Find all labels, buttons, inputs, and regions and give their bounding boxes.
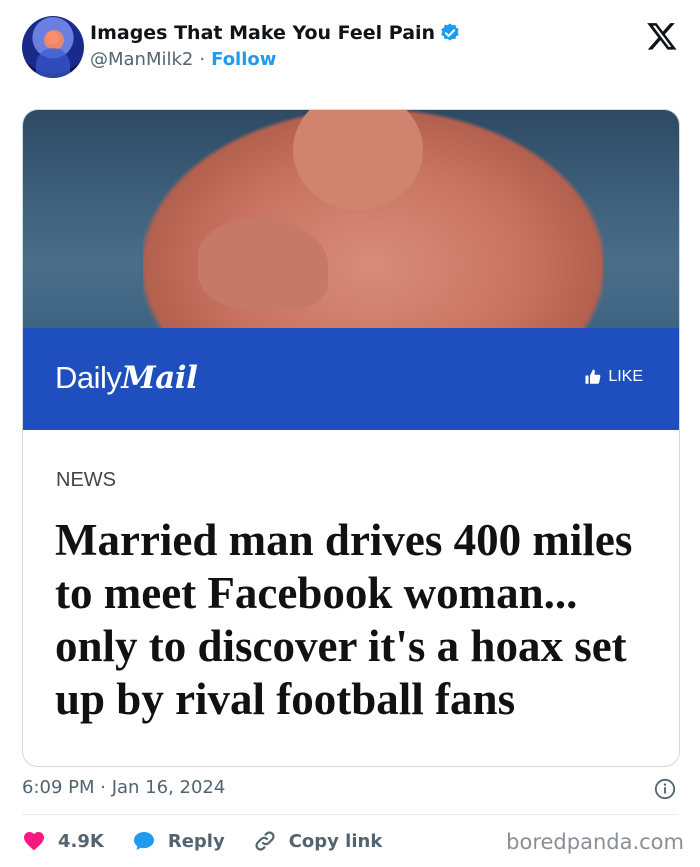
tweet-timestamp[interactable]: 6:09 PM · Jan 16, 2024 <box>22 777 225 798</box>
like-action[interactable]: 4.9K <box>22 829 104 853</box>
separator: · <box>199 49 206 70</box>
daily-mail-logo: DailyMail <box>55 360 198 396</box>
tweet-actions: 4.9K Reply Copy link <box>22 826 410 856</box>
verified-badge-icon <box>441 23 459 41</box>
info-icon[interactable] <box>654 778 676 800</box>
x-logo-icon[interactable] <box>646 20 678 52</box>
follow-button[interactable]: Follow <box>211 49 276 70</box>
tweet-header: Images That Make You Feel Pain @ManMilk2… <box>22 16 682 80</box>
heart-icon <box>24 832 44 851</box>
copy-link-action[interactable]: Copy link <box>253 829 383 853</box>
reply-label: Reply <box>167 830 225 852</box>
reply-action[interactable]: Reply <box>132 829 225 853</box>
section-label: NEWS <box>56 469 116 491</box>
link-icon <box>255 831 275 851</box>
like-label: LIKE <box>608 368 643 385</box>
name-row: Images That Make You Feel Pain <box>90 22 461 44</box>
beach-photo <box>23 110 679 370</box>
display-name[interactable]: Images That Make You Feel Pain <box>90 22 435 44</box>
article-headline: Married man drives 400 miles to meet Fac… <box>55 515 633 724</box>
divider <box>22 814 678 815</box>
handle-row: @ManMilk2 · Follow <box>90 49 276 70</box>
handle[interactable]: @ManMilk2 <box>90 49 193 70</box>
reply-bubble-icon <box>133 832 154 850</box>
tweet-media-image[interactable]: DailyMail LIKE NEWS Married man drives 4… <box>22 109 680 767</box>
like-count: 4.9K <box>58 830 104 852</box>
copy-link-label: Copy link <box>288 830 383 852</box>
avatar[interactable] <box>22 16 84 78</box>
thumbs-up-icon <box>585 369 601 384</box>
like-button: LIKE <box>584 368 643 386</box>
daily-mail-banner: DailyMail LIKE <box>23 328 679 430</box>
boredpanda-watermark: boredpanda.com <box>506 830 684 854</box>
